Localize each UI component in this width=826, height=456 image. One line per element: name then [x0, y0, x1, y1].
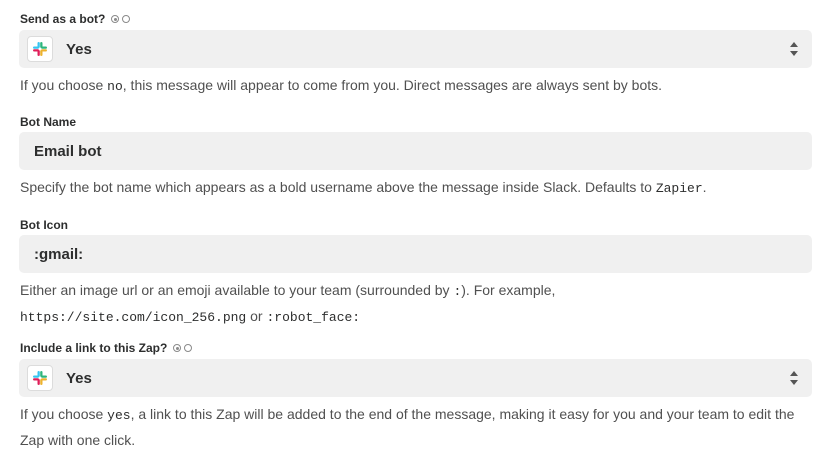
help-text: or	[246, 308, 267, 324]
include-link-value: Yes	[66, 369, 92, 387]
send-as-bot-label-text: Send as a bot?	[20, 12, 106, 26]
send-as-bot-select[interactable]: Yes	[19, 30, 812, 68]
send-as-bot-radio-group[interactable]	[111, 15, 131, 23]
bot-icon-value: :gmail:	[34, 245, 84, 263]
send-as-bot-label: Send as a bot?	[20, 12, 131, 26]
bot-name-help: Specify the bot name which appears as a …	[20, 175, 820, 201]
help-code: no	[107, 79, 123, 94]
sort-arrows-icon	[790, 371, 798, 385]
radio-checked-icon[interactable]	[173, 344, 182, 352]
help-code: https://site.com/icon_256.png	[20, 310, 247, 325]
slack-icon	[27, 36, 53, 62]
help-code: yes	[107, 408, 131, 423]
help-code: :robot_face:	[266, 310, 361, 325]
bot-icon-input[interactable]: :gmail:	[19, 235, 812, 273]
radio-unchecked-icon[interactable]	[122, 15, 131, 23]
sort-arrows-icon	[790, 42, 798, 56]
include-link-label-text: Include a link to this Zap?	[20, 341, 168, 355]
slack-icon	[27, 365, 53, 391]
include-link-select[interactable]: Yes	[19, 359, 812, 397]
help-text: ). For example,	[461, 282, 556, 298]
bot-name-label: Bot Name	[20, 115, 76, 129]
help-code: Zapier	[655, 181, 703, 196]
bot-icon-help: Either an image url or an emoji availabl…	[20, 278, 820, 330]
include-link-label: Include a link to this Zap?	[20, 341, 193, 355]
help-text: Specify the bot name which appears as a …	[20, 179, 656, 195]
bot-icon-label: Bot Icon	[20, 218, 68, 232]
send-as-bot-help: If you choose no, this message will appe…	[20, 73, 820, 99]
help-text: If you choose	[20, 406, 108, 422]
bot-icon-label-text: Bot Icon	[20, 218, 68, 232]
bot-name-input[interactable]: Email bot	[19, 132, 812, 170]
bot-name-label-text: Bot Name	[20, 115, 77, 129]
include-link-help: If you choose yes, a link to this Zap wi…	[20, 402, 820, 452]
help-text: , a link to this Zap will be added to th…	[20, 406, 795, 448]
help-text: If you choose	[20, 77, 108, 93]
help-text: Either an image url or an emoji availabl…	[20, 282, 454, 298]
include-link-radio-group[interactable]	[173, 344, 193, 352]
bot-name-value: Email bot	[34, 142, 102, 160]
radio-checked-icon[interactable]	[111, 15, 120, 23]
help-text: .	[702, 179, 707, 195]
radio-unchecked-icon[interactable]	[184, 344, 193, 352]
send-as-bot-value: Yes	[66, 40, 92, 58]
help-text: , this message will appear to come from …	[122, 77, 663, 93]
